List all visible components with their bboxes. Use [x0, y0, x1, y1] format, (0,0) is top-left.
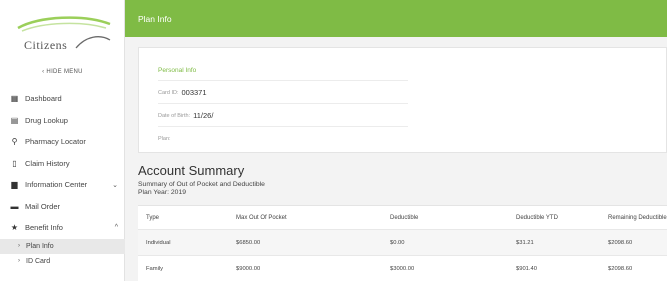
- column-header: Max Out Of Pocket: [236, 214, 287, 221]
- sidebar-item-label: Drug Lookup: [25, 115, 68, 125]
- table-cell: $2098.60: [608, 239, 633, 246]
- sidebar-item-label: Mail Order: [25, 201, 61, 211]
- table-cell: Individual: [146, 239, 171, 246]
- dob-row: Date of Birth: 11/26/: [158, 105, 408, 127]
- personal-info-heading-row: Personal Info: [158, 60, 408, 81]
- bullet-icon: ›: [18, 243, 20, 249]
- sidebar-subitem-label: Plan Info: [26, 242, 54, 250]
- table-cell: $9000.00: [236, 265, 261, 272]
- bullet-icon: ›: [18, 258, 20, 264]
- account-summary-subtitle: Summary of Out of Pocket and Deductible: [138, 181, 265, 188]
- plan-row: Plan:: [158, 128, 408, 150]
- account-summary-subtitle-block: Summary of Out of Pocket and Deductible …: [138, 181, 265, 197]
- star-icon: ★: [10, 223, 19, 233]
- sidebar-nav: ▦ Dashboard ▤ Drug Lookup ⚲ Pharmacy Loc…: [0, 88, 125, 269]
- sidebar-item-drug-lookup[interactable]: ▤ Drug Lookup: [0, 110, 125, 132]
- table-cell: $901.40: [516, 265, 537, 272]
- book-icon: ▆: [11, 180, 18, 190]
- citizens-logo[interactable]: Citizens: [14, 14, 114, 52]
- document-icon: ▯: [12, 158, 17, 168]
- column-header: Type: [146, 214, 160, 221]
- plan-year: Plan Year: 2019: [138, 189, 186, 196]
- card-id-label: Card ID:: [158, 89, 179, 96]
- truck-icon: ▬: [10, 201, 19, 211]
- hide-menu-button[interactable]: ‹ HIDE MENU: [0, 69, 125, 75]
- table-cell: $31.21: [516, 239, 534, 246]
- sidebar-item-dashboard[interactable]: ▦ Dashboard: [0, 88, 125, 110]
- sidebar-item-benefit-info[interactable]: ★ Benefit Info ^: [0, 217, 125, 239]
- sidebar-subitem-plan-info[interactable]: › Plan Info: [0, 238, 125, 254]
- card-id-row: Card ID: 003371: [158, 82, 408, 104]
- chevron-up-icon[interactable]: ^: [115, 224, 118, 231]
- column-header: Deductible: [390, 214, 419, 221]
- page-title: Plan Info: [138, 14, 172, 24]
- chevron-down-icon[interactable]: ⌄: [112, 181, 118, 189]
- sidebar-item-label: Information Center: [25, 180, 88, 190]
- plan-label: Plan:: [158, 136, 171, 142]
- account-summary-title: Account Summary: [138, 163, 245, 178]
- location-pin-icon: ⚲: [11, 137, 18, 147]
- card-id-value: 003371: [181, 88, 207, 97]
- table-cell: $0.00: [390, 239, 405, 246]
- dashboard-icon: ▦: [10, 94, 19, 104]
- sidebar-item-claim-history[interactable]: ▯ Claim History: [0, 153, 125, 175]
- sidebar-item-mail-order[interactable]: ▬ Mail Order: [0, 196, 125, 218]
- sidebar-item-information-center[interactable]: ▆ Information Center ⌄: [0, 174, 125, 196]
- sidebar-item-label: Pharmacy Locator: [25, 137, 86, 147]
- logo-text: Citizens: [24, 38, 68, 52]
- sidebar-item-label: Benefit Info: [25, 223, 63, 233]
- table-cell: $3000.00: [390, 265, 415, 272]
- sidebar-item-label: Claim History: [25, 158, 70, 168]
- dob-value: 11/26/: [193, 111, 214, 120]
- column-header: Deductible YTD: [516, 214, 558, 221]
- column-header: Remaining Deductible: [608, 214, 667, 221]
- sidebar-subitem-label: ID Card: [26, 257, 51, 265]
- table-cell: $6850.00: [236, 239, 261, 246]
- sidebar-item-pharmacy-locator[interactable]: ⚲ Pharmacy Locator: [0, 131, 125, 153]
- account-summary-table: Type Max Out Of Pocket Deductible Deduct…: [138, 205, 667, 281]
- personal-info-heading: Personal Info: [158, 66, 197, 74]
- sidebar-item-label: Dashboard: [25, 94, 62, 104]
- table-row: Family $9000.00 $3000.00 $901.40 $2098.6…: [138, 256, 667, 281]
- page-header-bar: Plan Info: [125, 0, 667, 37]
- table-cell: $2098.60: [608, 265, 633, 272]
- table-cell: Family: [146, 265, 164, 272]
- sidebar-subitem-id-card[interactable]: › ID Card: [0, 254, 125, 269]
- grid-icon: ▤: [10, 115, 19, 125]
- sidebar: Citizens ‹ HIDE MENU ▦ Dashboard ▤ Drug …: [0, 0, 125, 281]
- table-header-row: Type Max Out Of Pocket Deductible Deduct…: [138, 206, 667, 230]
- table-row: Individual $6850.00 $0.00 $31.21 $2098.6…: [138, 230, 667, 256]
- dob-label: Date of Birth:: [158, 112, 191, 119]
- personal-info-card: Personal Info Card ID: 003371 Date of Bi…: [138, 47, 667, 153]
